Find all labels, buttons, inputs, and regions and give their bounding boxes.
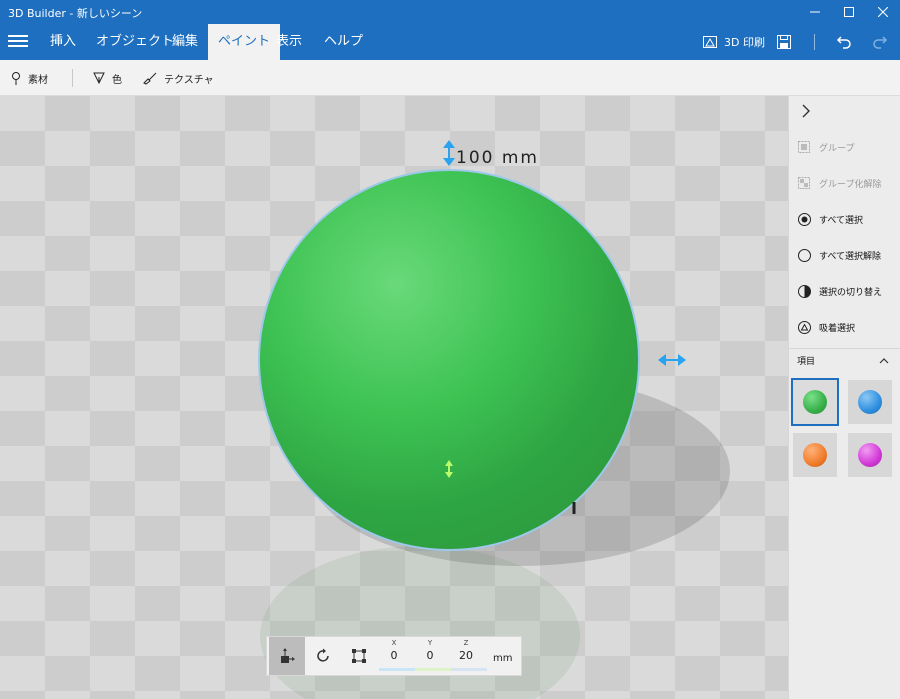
print-3d-button[interactable]: 3D 印刷	[702, 30, 765, 54]
magenta-ball-icon	[858, 443, 882, 467]
print-3d-label: 3D 印刷	[724, 36, 765, 49]
maximize-icon	[844, 7, 854, 17]
paint-bucket-icon	[93, 72, 105, 85]
z-axis-bar	[451, 668, 487, 671]
swatch-blue[interactable]	[848, 380, 892, 424]
material-tool[interactable]: 素材	[10, 69, 48, 87]
snap-select-icon	[797, 320, 811, 334]
print-3d-icon	[703, 36, 717, 48]
chevron-up-icon	[879, 358, 889, 364]
y-coordinate[interactable]: Y 0	[415, 639, 445, 662]
select-all-icon	[797, 212, 811, 226]
scale-tool-button[interactable]	[341, 637, 377, 675]
selection-panel: グループ グループ化解除 すべて選択 すべて選択解除 選択の切り替え 吸着選択 …	[788, 96, 900, 699]
color-tool[interactable]: 色	[92, 69, 122, 87]
z-value: 20	[459, 649, 473, 662]
tab-insert[interactable]: 挿入	[40, 24, 86, 60]
minimize-button[interactable]	[798, 0, 832, 24]
texture-tool[interactable]: テクスチャ	[142, 69, 214, 87]
ungroup-icon	[797, 176, 811, 190]
select-all-button[interactable]: すべて選択	[797, 209, 863, 229]
save-icon	[777, 35, 791, 49]
snap-select-button[interactable]: 吸着選択	[797, 317, 855, 337]
x-value: 0	[390, 649, 398, 662]
swatch-green[interactable]	[791, 378, 839, 426]
toggle-selection-icon	[797, 284, 811, 298]
3d-viewport[interactable]: 100 mm	[0, 96, 788, 699]
tab-edit[interactable]: 編集	[162, 24, 208, 60]
undo-icon	[836, 36, 851, 49]
ribbon-tab-bar: 挿入 オブジェクト 編集 ペイント 表示 ヘルプ 3D 印刷	[0, 24, 900, 60]
swatch-magenta[interactable]	[848, 433, 892, 477]
group-button[interactable]: グループ	[797, 137, 854, 157]
undo-button[interactable]	[836, 30, 852, 54]
snap-select-label: 吸着選択	[819, 323, 856, 334]
window-title: 3D Builder - 新しいシーン	[8, 7, 143, 20]
y-label: Y	[427, 639, 433, 647]
group-label: グループ	[819, 143, 855, 154]
toolbar-divider	[814, 34, 815, 50]
collapse-panel-button[interactable]	[801, 104, 811, 121]
toggle-selection-button[interactable]: 選択の切り替え	[797, 281, 882, 301]
ungroup-button[interactable]: グループ化解除	[797, 173, 881, 193]
move-icon	[281, 648, 295, 663]
material-label: 素材	[28, 74, 48, 86]
save-button[interactable]	[776, 30, 792, 54]
items-section-header[interactable]: 項目	[789, 348, 900, 370]
z-coordinate[interactable]: Z 20	[451, 639, 481, 662]
dimension-label: 100 mm	[456, 148, 539, 168]
paint-tool-strip: 素材 色 テクスチャ	[0, 60, 900, 96]
green-sphere[interactable]	[260, 171, 638, 549]
tool-divider	[72, 69, 73, 87]
close-icon	[878, 7, 888, 17]
chevron-right-icon	[802, 104, 810, 118]
deselect-all-icon	[797, 248, 811, 262]
brush-icon	[143, 72, 157, 85]
pin-icon	[12, 72, 20, 85]
rotate-tool-button[interactable]	[305, 637, 341, 675]
transform-bar: X 0 Y 0 Z 20 mm	[266, 636, 522, 676]
swatch-orange[interactable]	[793, 433, 837, 477]
tab-view[interactable]: 表示	[266, 24, 312, 60]
close-button[interactable]	[866, 0, 900, 24]
select-all-label: すべて選択	[819, 215, 864, 226]
ungroup-label: グループ化解除	[819, 179, 882, 190]
y-axis-bar	[415, 668, 451, 671]
group-icon	[797, 140, 811, 154]
rotate-icon	[317, 648, 329, 662]
tab-help[interactable]: ヘルプ	[314, 24, 373, 60]
redo-button[interactable]	[872, 30, 888, 54]
deselect-all-label: すべて選択解除	[819, 251, 882, 262]
deselect-all-button[interactable]: すべて選択解除	[797, 245, 881, 265]
x-label: X	[391, 639, 397, 647]
hamburger-menu-icon[interactable]	[8, 32, 28, 52]
toggle-selection-label: 選択の切り替え	[819, 287, 883, 298]
z-label: Z	[463, 639, 469, 647]
green-ball-icon	[803, 390, 827, 414]
color-label: 色	[112, 74, 122, 86]
minimize-icon	[810, 11, 820, 13]
x-coordinate[interactable]: X 0	[379, 639, 409, 662]
items-section-title: 項目	[797, 357, 816, 367]
title-bar: 3D Builder - 新しいシーン	[0, 0, 900, 24]
blue-ball-icon	[858, 390, 882, 414]
texture-label: テクスチャ	[164, 74, 214, 86]
x-axis-bar	[379, 668, 415, 671]
move-tool-button[interactable]	[269, 637, 305, 675]
scale-icon	[352, 649, 366, 663]
unit-label: mm	[493, 653, 513, 664]
maximize-button[interactable]	[832, 0, 866, 24]
y-value: 0	[426, 649, 434, 662]
scene-canvas	[0, 96, 788, 699]
redo-icon	[873, 36, 888, 49]
orange-ball-icon	[803, 443, 827, 467]
